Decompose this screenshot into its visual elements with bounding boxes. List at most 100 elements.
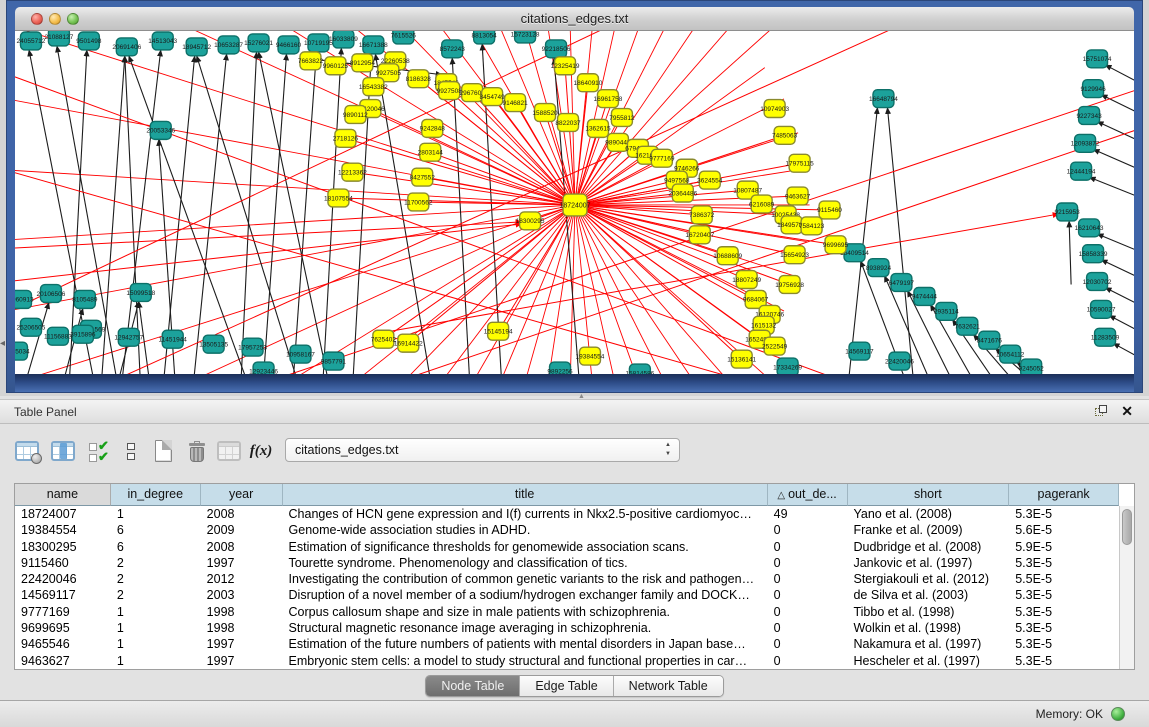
- table-row[interactable]: 946554611997Estimation of the future num…: [15, 636, 1119, 652]
- graph-node[interactable]: 15751074: [1083, 50, 1112, 68]
- table-cell[interactable]: 5.6E-5: [1009, 522, 1119, 538]
- graph-node[interactable]: 2935114: [934, 302, 959, 320]
- table-scrollbar[interactable]: [1119, 506, 1134, 669]
- graph-node[interactable]: 15814586: [625, 364, 654, 374]
- graph-edge[interactable]: [1101, 95, 1134, 126]
- graph-node[interactable]: 9245052: [1019, 359, 1045, 374]
- table-cell[interactable]: 2008: [201, 539, 283, 555]
- graph-edge[interactable]: [259, 52, 331, 374]
- table-cell[interactable]: Yano et al. (2008): [847, 506, 1009, 522]
- function-builder-button[interactable]: f(x): [246, 436, 276, 466]
- delete-table-button[interactable]: [214, 436, 244, 466]
- graph-node[interactable]: 15654923: [780, 246, 809, 264]
- graph-node[interactable]: 12325419: [551, 57, 580, 75]
- table-cell[interactable]: Franke et al. (2009): [847, 522, 1009, 538]
- graph-node[interactable]: 10654112: [996, 345, 1025, 363]
- graph-node[interactable]: 7625402: [371, 330, 397, 348]
- table-row[interactable]: 969969511998Structural magnetic resonanc…: [15, 620, 1119, 636]
- graph-edge[interactable]: [848, 108, 878, 374]
- graph-node[interactable]: 10974903: [760, 100, 789, 118]
- table-cell[interactable]: 1: [111, 506, 201, 522]
- graph-node[interactable]: 16033809: [329, 31, 358, 48]
- graph-node[interactable]: 7663822: [298, 52, 324, 70]
- graph-node[interactable]: 15723128: [511, 31, 540, 43]
- graph-node[interactable]: 2522549: [762, 337, 788, 355]
- graph-node[interactable]: 9857791: [321, 352, 347, 370]
- column-header-out-de-[interactable]: △out_de...: [768, 484, 848, 506]
- table-row[interactable]: 1830029562008Estimation of significance …: [15, 539, 1119, 555]
- graph-node[interactable]: 9805034: [15, 342, 30, 360]
- column-header-title[interactable]: title: [283, 484, 768, 506]
- table-cell[interactable]: 9777169: [15, 604, 111, 620]
- graph-node[interactable]: 7386372: [689, 206, 715, 224]
- graph-node[interactable]: 12213362: [338, 163, 367, 181]
- graph-node[interactable]: 6479197: [889, 274, 915, 292]
- graph-node[interactable]: 16961758: [594, 90, 623, 108]
- table-cell[interactable]: 5.3E-5: [1009, 604, 1119, 620]
- table-cell[interactable]: Stergiakouli et al. (2012): [847, 571, 1009, 587]
- table-cell[interactable]: 0: [768, 604, 848, 620]
- graph-node[interactable]: 9699695: [823, 236, 849, 254]
- table-cell[interactable]: 0: [768, 620, 848, 636]
- table-cell[interactable]: 5.9E-5: [1009, 539, 1119, 555]
- graph-node[interactable]: 1362615: [585, 119, 611, 137]
- graph-node[interactable]: 9115460: [817, 201, 842, 219]
- table-cell[interactable]: Changes of HCN gene expression and I(f) …: [283, 506, 768, 522]
- scrollbar-thumb[interactable]: [1122, 509, 1132, 545]
- graph-node[interactable]: 17975115: [785, 154, 814, 172]
- graph-edge[interactable]: [887, 108, 914, 374]
- graph-node[interactable]: 19384554: [576, 347, 605, 365]
- table-row[interactable]: 1938455462009Genome-wide association stu…: [15, 522, 1119, 538]
- graph-node[interactable]: 22420046: [885, 352, 914, 370]
- network-window-titlebar[interactable]: citations_edges.txt: [15, 7, 1134, 31]
- table-cell[interactable]: 1: [111, 604, 201, 620]
- graph-node[interactable]: 9501498: [76, 32, 102, 50]
- graph-edge[interactable]: [575, 205, 747, 280]
- table-cell[interactable]: Tibbo et al. (1998): [847, 604, 1009, 620]
- table-cell[interactable]: Dudbridge et al. (2008): [847, 539, 1009, 555]
- graph-node[interactable]: 8471676: [977, 331, 1003, 349]
- graph-node[interactable]: 9474444: [912, 288, 938, 306]
- graph-node[interactable]: 13505135: [199, 335, 228, 353]
- table-cell[interactable]: 14569117: [15, 587, 111, 603]
- graph-edge[interactable]: [322, 48, 341, 374]
- table-cell[interactable]: Estimation of the future numbers of pati…: [283, 636, 768, 652]
- table-cell[interactable]: 6: [111, 522, 201, 538]
- column-header-short[interactable]: short: [848, 484, 1010, 506]
- graph-edge[interactable]: [15, 224, 522, 285]
- graph-edge[interactable]: [15, 31, 575, 205]
- graph-node[interactable]: 8572243: [440, 40, 466, 58]
- graph-node[interactable]: 12923446: [249, 362, 278, 374]
- graph-node[interactable]: 18807249: [732, 271, 761, 289]
- table-cell[interactable]: 2: [111, 571, 201, 587]
- table-cell[interactable]: 19384554: [15, 522, 111, 538]
- graph-node[interactable]: 8105489: [72, 290, 98, 308]
- network-graph[interactable]: 2405571221088127950149820691406145130431…: [15, 31, 1134, 374]
- graph-node[interactable]: 12942757: [114, 328, 143, 346]
- row-selection-mode-button[interactable]: [116, 436, 146, 466]
- graph-node[interactable]: 8186328: [406, 70, 432, 88]
- table-mode-button[interactable]: [12, 436, 42, 466]
- graph-node[interactable]: 2803144: [418, 143, 444, 161]
- table-cell[interactable]: 6: [111, 539, 201, 555]
- table-cell[interactable]: 5.3E-5: [1009, 506, 1119, 522]
- graph-node[interactable]: 18107554: [324, 189, 353, 207]
- table-cell[interactable]: 2: [111, 555, 201, 571]
- table-cell[interactable]: Jankovic et al. (1997): [847, 555, 1009, 571]
- graph-node[interactable]: 3624554: [697, 171, 723, 189]
- table-cell[interactable]: 22420046: [15, 571, 111, 587]
- graph-node[interactable]: 11451944: [159, 330, 188, 348]
- graph-node[interactable]: 15145194: [484, 322, 513, 340]
- graph-edge[interactable]: [452, 58, 470, 374]
- graph-node[interactable]: 7584123: [799, 217, 825, 235]
- table-row[interactable]: 946362711997Embryonic stem cells: a mode…: [15, 653, 1119, 669]
- graph-node[interactable]: 16210643: [1075, 219, 1104, 237]
- table-cell[interactable]: 2008: [201, 506, 283, 522]
- table-cell[interactable]: 2009: [201, 522, 283, 538]
- table-cell[interactable]: 9115460: [15, 555, 111, 571]
- select-columns-button[interactable]: ✔✔: [84, 436, 114, 466]
- table-cell[interactable]: 1: [111, 653, 201, 669]
- graph-node[interactable]: 16648794: [869, 90, 898, 108]
- table-cell[interactable]: 5.3E-5: [1009, 620, 1119, 636]
- column-header-name[interactable]: name: [15, 484, 111, 506]
